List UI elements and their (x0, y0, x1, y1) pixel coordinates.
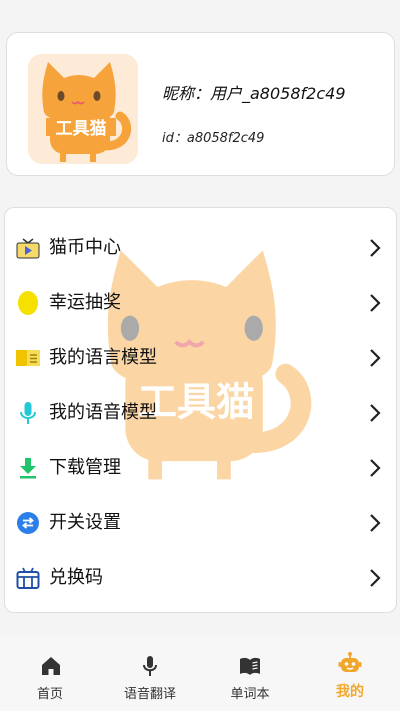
menu-item-download-manager[interactable]: 下载管理 (5, 444, 396, 492)
switch-arrows-icon (16, 511, 40, 535)
menu-item-label: 我的语言模型 (49, 347, 157, 368)
avatar[interactable]: 工具猫 (28, 54, 138, 164)
chevron-right-icon (370, 239, 381, 257)
nav-item-label: 语音翻译 (123, 687, 176, 702)
chevron-right-icon (370, 404, 381, 422)
robot-icon (338, 652, 362, 672)
nav-item-wordbook[interactable]: 单词本 (200, 637, 300, 711)
download-icon (16, 456, 40, 480)
user-id-label: id：a8058f2c49 (162, 131, 265, 146)
microphone-icon (143, 656, 157, 676)
chevron-right-icon (370, 514, 381, 532)
nav-item-label: 单词本 (230, 687, 270, 702)
menu-card: 工具猫 猫币中心 幸运抽奖 我的语言模型 我的语音模型 下载管理 开关设置 兑换… (4, 207, 397, 613)
menu-item-label: 幸运抽奖 (49, 292, 121, 313)
menu-item-lucky-draw[interactable]: 幸运抽奖 (5, 279, 396, 327)
tv-play-icon (16, 236, 40, 260)
menu-item-label: 下载管理 (49, 457, 121, 478)
menu-item-redeem-code[interactable]: 兑换码 (5, 554, 396, 602)
chevron-right-icon (370, 459, 381, 477)
menu-item-label: 兑换码 (49, 567, 103, 588)
menu-item-label: 我的语音模型 (49, 402, 157, 423)
microphone-icon (16, 401, 40, 425)
menu-item-cat-coin-center[interactable]: 猫币中心 (5, 224, 396, 272)
coin-icon (16, 291, 40, 315)
chevron-right-icon (370, 294, 381, 312)
profile-card: 工具猫 昵称：用户_a8058f2c49 id：a8058f2c49 (6, 32, 395, 176)
menu-item-switch-settings[interactable]: 开关设置 (5, 499, 396, 547)
menu-item-my-language-model[interactable]: 我的语言模型 (5, 334, 396, 382)
nav-item-label: 我的 (336, 684, 364, 700)
menu-item-label: 猫币中心 (49, 237, 121, 258)
gift-box-icon (16, 566, 40, 590)
menu-item-label: 开关设置 (49, 512, 121, 533)
book-icon (240, 657, 260, 675)
nav-item-voice-translate[interactable]: 语音翻译 (100, 637, 200, 711)
document-icon (16, 346, 40, 370)
menu-item-my-voice-model[interactable]: 我的语音模型 (5, 389, 396, 437)
bottom-nav: 首页 语音翻译 单词本 我的 (0, 637, 400, 711)
svg-text:工具猫: 工具猫 (56, 118, 107, 139)
nav-item-label: 首页 (36, 687, 63, 702)
tool-cat-logo-icon: 工具猫 (28, 54, 138, 164)
nav-item-mine[interactable]: 我的 (300, 637, 400, 711)
nav-item-home[interactable]: 首页 (0, 637, 100, 711)
home-icon (42, 657, 60, 675)
chevron-right-icon (370, 349, 381, 367)
chevron-right-icon (370, 569, 381, 587)
nickname-label: 昵称：用户_a8058f2c49 (162, 84, 346, 103)
